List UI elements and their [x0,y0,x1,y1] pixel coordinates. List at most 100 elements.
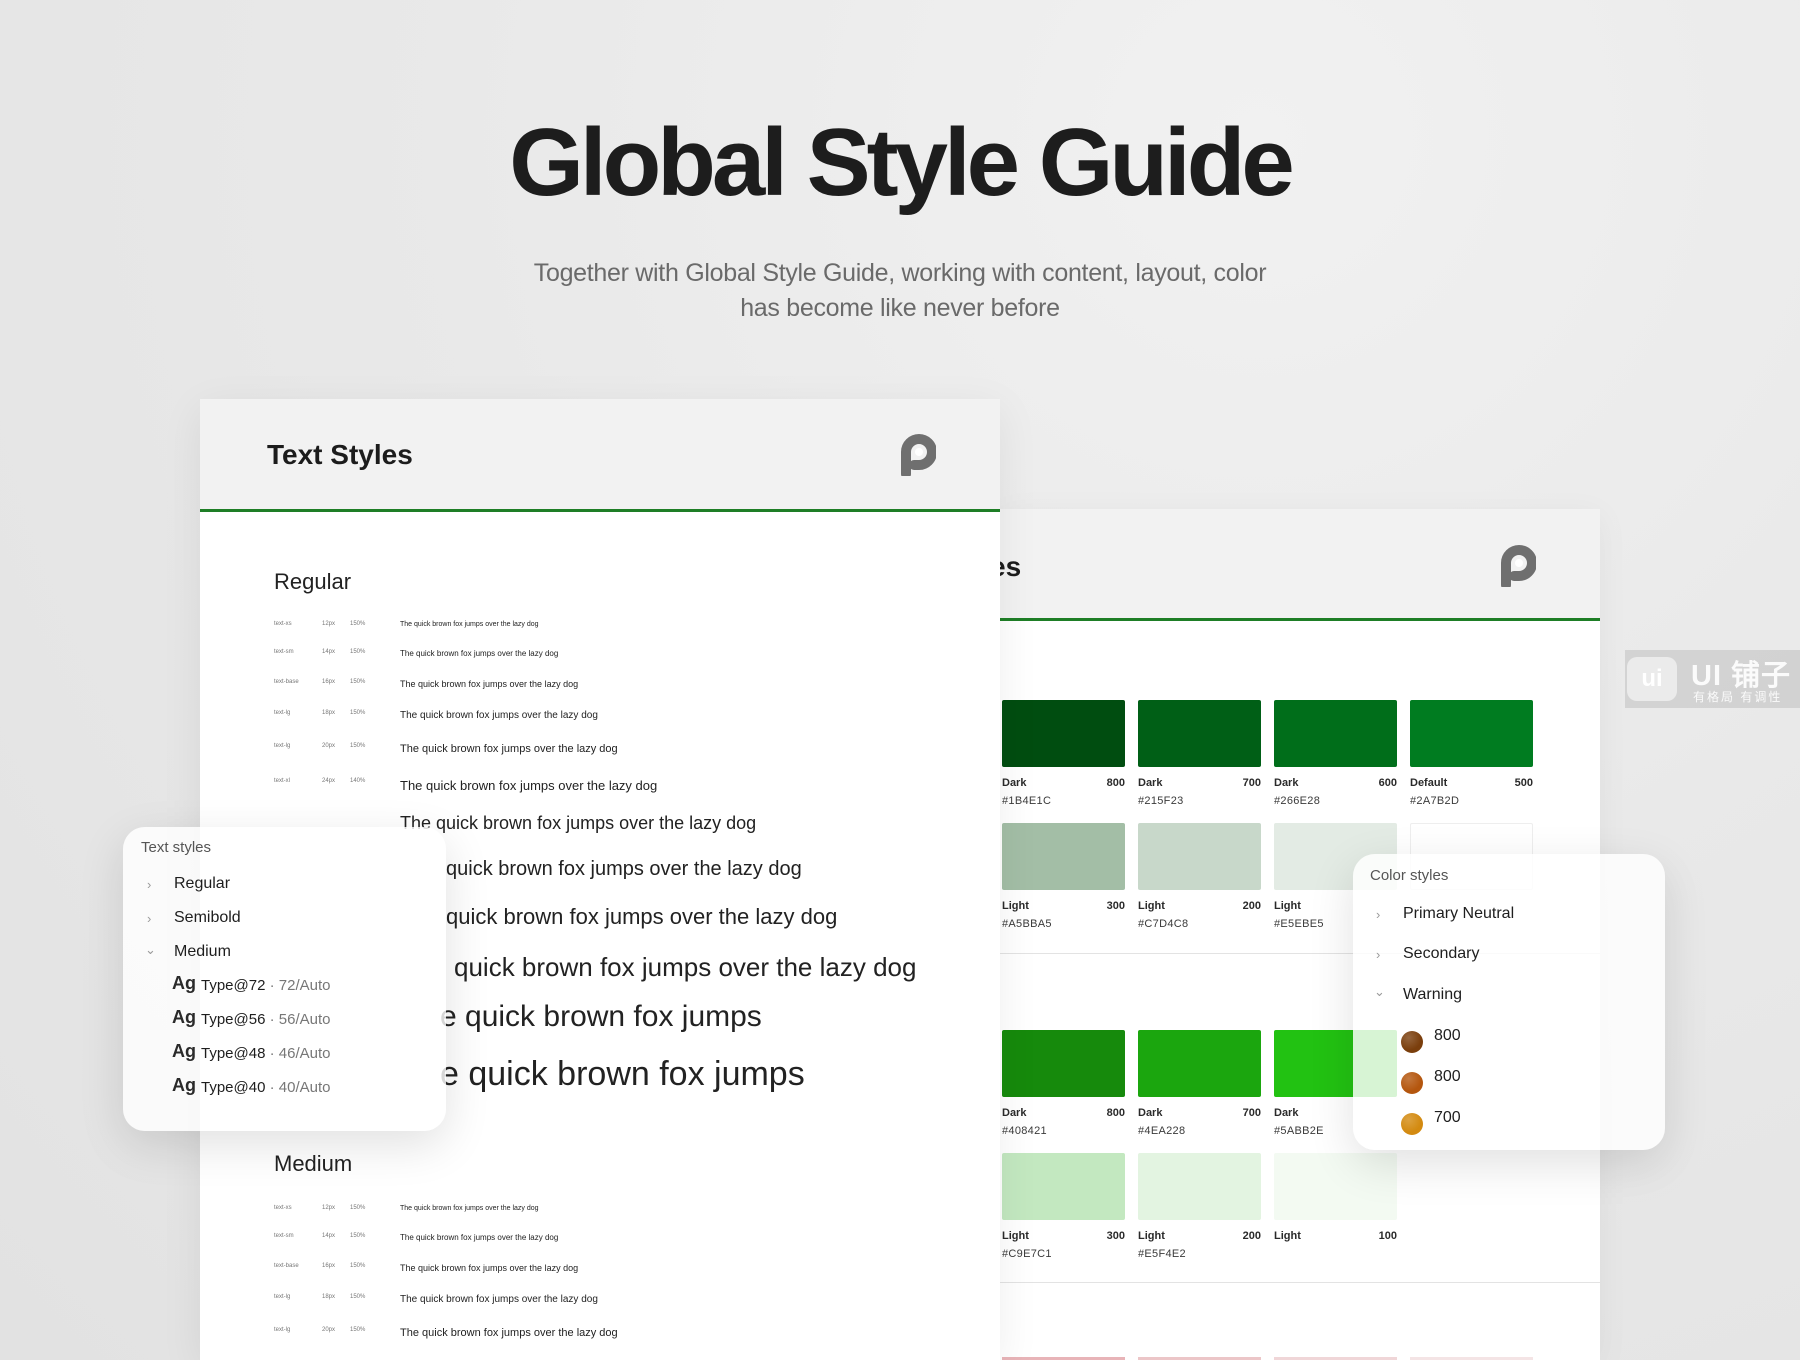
color-swatch-label: 800 [1434,1068,1461,1085]
swatch-g1-dark-0[interactable] [1002,700,1125,767]
watermark: ui UI 铺子 有格局 有调性 [1625,650,1800,708]
type-sample: The quick brown fox jumps over the lazy … [400,1294,598,1305]
swatch-hex: #E5EBE5 [1274,918,1324,930]
swatch-label: Light 300 [1002,1230,1125,1242]
ag-glyph: Ag [172,1075,196,1095]
swatch-hex: #266E28 [1274,795,1321,807]
swatch-label: Dark 800 [1002,777,1125,789]
panel-group-label: Semibold [174,909,241,926]
swatch-hex: #5ABB2E [1274,1125,1324,1137]
section-title-regular: Regular [274,569,352,594]
panel-title: Text styles [141,839,212,856]
swatch-g2-light-0[interactable] [1002,1153,1125,1220]
swatch-label: Dark 700 [1138,1107,1261,1119]
subtitle-line-2: has become like never before [740,294,1060,322]
swatch-hex: #E5F4E2 [1138,1248,1186,1260]
swatch-g1-dark-2[interactable] [1274,700,1397,767]
chevron-down-icon: ⌄ [1374,984,1385,999]
swatch-hex: #1B4E1C [1002,795,1052,807]
type-size: 20px [322,1327,336,1333]
type-token: text-sm [274,649,294,655]
swatch-g1-dark-1[interactable] [1138,700,1261,767]
type-style-name: Type@56 · 56/Auto [201,1011,331,1028]
type-token: text-xs [274,621,292,627]
type-token: text-xl [274,778,291,784]
type-line-height: 150% [350,649,366,655]
type-size: 24px [322,778,336,784]
type-line-height: 150% [350,1205,366,1211]
watermark-badge: ui [1627,657,1677,701]
type-size: 14px [322,1233,336,1239]
type-token: text-lg [274,743,291,749]
type-token: text-sm [274,1233,294,1239]
swatch-label: Light 100 [1274,1230,1397,1242]
type-size: 16px [322,1263,336,1269]
p-logo-icon [901,434,936,476]
color-dot [1401,1031,1423,1053]
page-title: Global Style Guide [509,109,1295,216]
swatch-label: Dark 700 [1138,777,1261,789]
chevron-down-icon: ⌄ [145,942,156,957]
swatch-hex: #215F23 [1138,795,1184,807]
swatch-g2-light-2[interactable] [1274,1153,1397,1220]
type-token: text-lg [274,710,291,716]
ag-glyph: Ag [172,1007,196,1027]
type-sample: The quick brown fox jumps over the lazy … [400,1327,618,1339]
swatch-label: Dark 800 [1002,1107,1125,1119]
type-size: 12px [322,621,336,627]
subtitle-line-1: Together with Global Style Guide, workin… [533,259,1267,287]
type-line-height: 150% [350,1233,366,1239]
type-token: text-lg [274,1327,291,1333]
swatch-g2-dark-1[interactable] [1138,1030,1261,1097]
swatch-label: Default 500 [1410,777,1533,789]
chevron-right-icon: › [1376,947,1381,962]
swatch-label: Light 300 [1002,900,1125,912]
color-dot [1401,1072,1423,1094]
type-sample: The quick brown fox jumps over the lazy … [400,813,757,833]
type-style-name: Type@40 · 40/Auto [201,1079,331,1096]
type-line-height: 140% [350,778,366,784]
chevron-right-icon: › [147,911,152,926]
p-logo-icon [1501,545,1536,587]
swatch-g1-light-0[interactable] [1002,823,1125,890]
ag-glyph: Ag [172,973,196,993]
panel-group-label: Medium [174,943,231,960]
swatch-g1-light-1[interactable] [1138,823,1261,890]
type-sample: e quick brown fox jumps [440,1055,805,1093]
swatch-hex: #C7D4C8 [1138,918,1189,930]
text-page-header: Text Styles [200,399,1000,512]
color-dot [1401,1113,1423,1135]
section-divider [1000,1282,1600,1283]
swatch-hex: #2A7B2D [1410,795,1460,807]
type-sample: The quick brown fox jumps over the lazy … [400,649,559,658]
type-line-height: 150% [350,710,366,716]
chevron-right-icon: › [1376,907,1381,922]
panel-group-label: Primary Neutral [1403,905,1515,922]
text-page-title: Text Styles [267,439,413,470]
swatch-hex: #408421 [1002,1125,1047,1137]
text-styles-panel: Text styles › Regular › Semibold ⌄ Mediu… [123,827,446,1131]
type-size: 12px [322,1205,336,1211]
swatch-label: Dark 600 [1274,777,1397,789]
page-subtitle: Together with Global Style Guide, workin… [500,256,1300,326]
type-line-height: 150% [350,1263,366,1269]
type-sample: quick brown fox jumps over the lazy dog [446,904,838,929]
type-size: 18px [322,1294,336,1300]
type-line-height: 150% [350,621,366,627]
type-sample: The quick brown fox jumps over the lazy … [400,778,658,793]
swatch-hex: #4EA228 [1138,1125,1186,1137]
type-size: 16px [322,679,336,685]
swatch-g2-dark-0[interactable] [1002,1030,1125,1097]
swatch-g2-light-1[interactable] [1138,1153,1261,1220]
color-page-title: es [1000,551,1022,582]
color-swatch-label: 800 [1434,1027,1461,1044]
swatch-g1-dark-3[interactable] [1410,700,1533,767]
type-sample: The quick brown fox jumps over the lazy … [400,1233,559,1242]
swatch-hex: #A5BBA5 [1002,918,1052,930]
type-line-height: 150% [350,1294,366,1300]
type-size: 18px [322,710,336,716]
type-sample: quick brown fox jumps over the lazy dog [454,952,917,982]
type-sample: The quick brown fox jumps over the lazy … [400,1205,539,1212]
color-styles-panel: Color styles › Primary Neutral › Seconda… [1353,854,1665,1150]
type-token: text-lg [274,1294,291,1300]
